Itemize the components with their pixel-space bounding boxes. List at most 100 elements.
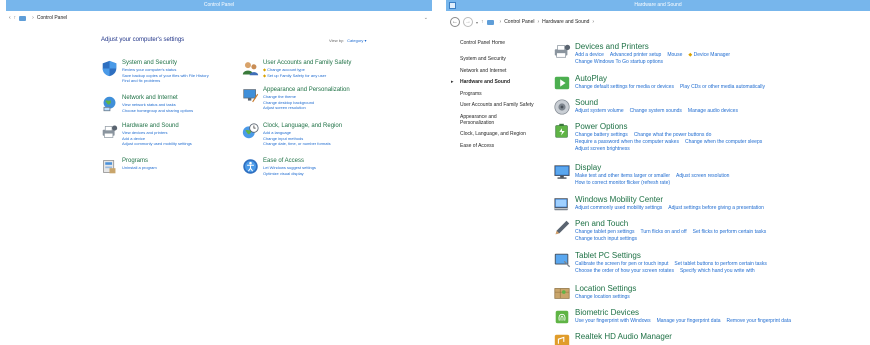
category-title[interactable]: User Accounts and Family Safety xyxy=(263,60,351,67)
address-bar[interactable]: ‹ ↑ › Control Panel ⌄ xyxy=(6,11,432,25)
breadcrumb-control-panel[interactable]: Control Panel xyxy=(37,15,67,21)
sidebar-item-ease-of-access[interactable]: Ease of Access xyxy=(460,143,550,149)
section-link[interactable]: Change location settings xyxy=(575,294,630,300)
section-link[interactable]: Adjust screen brightness xyxy=(575,146,630,152)
clock-globe-icon[interactable] xyxy=(242,123,259,140)
section-link[interactable]: Change Windows To Go startup options xyxy=(575,59,663,65)
section-link[interactable]: Set flicks to perform certain tasks xyxy=(693,229,767,235)
section-link[interactable]: Change when the computer sleeps xyxy=(685,139,762,145)
section-title[interactable]: Biometric Devices xyxy=(575,308,797,318)
section-link[interactable]: Make text and other items larger or smal… xyxy=(575,173,670,179)
category-link[interactable]: Uninstall a program xyxy=(122,165,157,171)
section-link[interactable]: Change default settings for media or dev… xyxy=(575,84,674,90)
speaker-icon[interactable] xyxy=(553,98,571,116)
pen-icon[interactable] xyxy=(553,219,571,237)
sidebar-item-home[interactable]: Control Panel Home xyxy=(460,40,550,46)
sidebar-item-appearance[interactable]: Appearance and Personalization xyxy=(460,114,520,126)
up-button[interactable]: ↑ xyxy=(481,19,484,25)
section-title[interactable]: Tablet PC Settings xyxy=(575,251,773,261)
section-link[interactable]: Change tablet pen settings xyxy=(575,229,635,235)
section-title[interactable]: AutoPlay xyxy=(575,74,771,84)
section-link[interactable]: Adjust commonly used mobility settings xyxy=(575,205,662,211)
up-icon[interactable]: ↑ xyxy=(14,15,17,21)
shield-icon[interactable] xyxy=(101,60,118,77)
category-link[interactable]: Let Windows suggest settings xyxy=(263,165,316,171)
section-link[interactable]: Change battery settings xyxy=(575,132,628,138)
paintbrush-icon[interactable] xyxy=(242,87,259,104)
section-link[interactable]: Change what the power buttons do xyxy=(634,132,712,138)
sidebar-item-programs[interactable]: Programs xyxy=(460,91,550,97)
breadcrumb-control-panel[interactable]: Control Panel xyxy=(504,19,534,25)
category-title[interactable]: Network and Internet xyxy=(122,95,193,102)
section-link[interactable]: Adjust screen resolution xyxy=(676,173,729,179)
fingerprint-icon[interactable] xyxy=(553,308,571,326)
category-title[interactable]: System and Security xyxy=(122,60,209,67)
category-title[interactable]: Ease of Access xyxy=(263,158,316,165)
category-link[interactable]: Adjust screen resolution xyxy=(263,105,350,111)
monitor-icon[interactable] xyxy=(553,163,571,181)
section-link[interactable]: Turn flicks on and off xyxy=(641,229,687,235)
section-link[interactable]: Use your fingerprint with Windows xyxy=(575,318,651,324)
section-title[interactable]: Display xyxy=(575,163,735,173)
back-icon[interactable]: ‹ xyxy=(9,15,11,21)
section-link[interactable]: Adjust system volume xyxy=(575,108,624,114)
printer-icon[interactable] xyxy=(101,123,118,140)
category-title[interactable]: Clock, Language, and Region xyxy=(263,123,342,130)
section-link[interactable]: Play CDs or other media automatically xyxy=(680,84,765,90)
battery-icon[interactable] xyxy=(553,122,571,140)
programs-icon[interactable] xyxy=(101,158,118,175)
audio-manager-icon[interactable] xyxy=(553,332,571,345)
section-title[interactable]: Devices and Printers xyxy=(575,42,736,52)
category-link[interactable]: Adjust commonly used mobility settings xyxy=(122,141,192,147)
view-by-select[interactable]: Category ▾ xyxy=(347,38,366,43)
category-title[interactable]: Hardware and Sound xyxy=(122,123,192,130)
users-icon[interactable] xyxy=(242,60,259,77)
section-title[interactable]: Power Options xyxy=(575,122,768,132)
section-title[interactable]: Windows Mobility Center xyxy=(575,195,770,205)
section-title[interactable]: Realtek HD Audio Manager xyxy=(575,332,672,342)
forward-button[interactable]: → xyxy=(463,17,473,27)
category-link[interactable]: Choose homegroup and sharing options xyxy=(122,108,193,114)
section-link[interactable]: Add a device xyxy=(575,52,604,58)
section-link[interactable]: Require a password when the computer wak… xyxy=(575,139,679,145)
section-link[interactable]: Change system sounds xyxy=(630,108,682,114)
section-link[interactable]: Adjust settings before giving a presenta… xyxy=(668,205,764,211)
globe-icon[interactable] xyxy=(101,95,118,112)
section-link[interactable]: Choose the order of how your screen rota… xyxy=(575,268,674,274)
autoplay-icon[interactable] xyxy=(553,74,571,92)
back-button[interactable]: ← xyxy=(450,17,460,27)
printer-icon[interactable] xyxy=(553,42,571,60)
location-icon[interactable] xyxy=(553,284,571,302)
sidebar-item-clock-language[interactable]: Clock, Language, and Region xyxy=(460,131,550,137)
category-link[interactable]: Find and fix problems xyxy=(122,78,209,84)
section-title[interactable]: Location Settings xyxy=(575,284,636,294)
breadcrumb-hardware-sound[interactable]: Hardware and Sound xyxy=(542,19,589,25)
section-title[interactable]: Pen and Touch xyxy=(575,219,772,229)
chevron-down-icon[interactable]: ⌄ xyxy=(424,15,428,21)
sidebar-item-network-internet[interactable]: Network and Internet xyxy=(460,68,550,74)
section-link[interactable]: Mouse xyxy=(667,52,682,58)
section-link[interactable]: Set tablet buttons to perform certain ta… xyxy=(674,261,767,267)
category-title[interactable]: Appearance and Personalization xyxy=(263,87,350,94)
title-bar[interactable]: Hardware and Sound xyxy=(446,0,870,11)
category-link[interactable]: Change date, time, or number formats xyxy=(263,141,342,147)
section-link[interactable]: Advanced printer setup xyxy=(610,52,661,58)
section-link[interactable]: Specify which hand you write with xyxy=(680,268,755,274)
address-bar[interactable]: ← → ▾ ↑ › Control Panel › Hardware and S… xyxy=(446,11,870,33)
section-link[interactable]: Remove your fingerprint data xyxy=(727,318,791,324)
section-link[interactable]: Manage your fingerprint data xyxy=(657,318,721,324)
chevron-down-icon[interactable]: ▾ xyxy=(476,20,478,25)
category-link[interactable]: Optimize visual display xyxy=(263,171,316,177)
sidebar-item-system-security[interactable]: System and Security xyxy=(460,56,550,62)
category-title[interactable]: Programs xyxy=(122,158,157,165)
section-link[interactable]: How to correct monitor flicker (refresh … xyxy=(575,180,670,186)
mobility-center-icon[interactable] xyxy=(553,195,571,213)
tablet-icon[interactable] xyxy=(553,251,571,269)
section-title[interactable]: Sound xyxy=(575,98,744,108)
title-bar[interactable]: Control Panel xyxy=(6,0,432,11)
sidebar-item-hardware-sound[interactable]: Hardware and Sound xyxy=(451,79,550,85)
section-link[interactable]: Change touch input settings xyxy=(575,236,637,242)
sidebar-item-user-accounts[interactable]: User Accounts and Family Safety xyxy=(460,102,538,108)
section-link[interactable]: Manage audio devices xyxy=(688,108,738,114)
category-link[interactable]: ◆Set up Family Safety for any user xyxy=(263,73,351,79)
